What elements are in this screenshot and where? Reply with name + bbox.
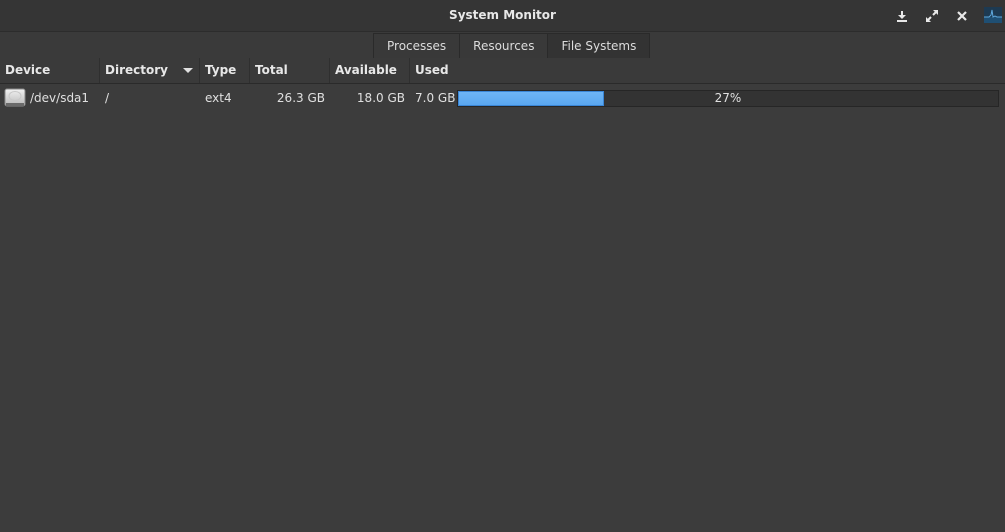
tab-resources[interactable]: Resources — [459, 33, 548, 59]
used-progress-bar: 27% — [457, 90, 999, 107]
window-title: System Monitor — [449, 8, 556, 22]
download-minimize-icon — [897, 11, 907, 22]
close-icon — [957, 11, 967, 21]
column-label: Directory — [105, 63, 168, 77]
column-header-available[interactable]: Available — [330, 58, 410, 83]
column-label: Available — [335, 63, 397, 77]
column-header-directory[interactable]: Directory — [100, 58, 200, 83]
column-label: Device — [5, 63, 51, 77]
title-bar: System Monitor — [0, 0, 1005, 32]
system-monitor-app-icon — [984, 7, 1002, 23]
directory-cell: / — [105, 91, 110, 105]
column-label: Used — [415, 63, 449, 77]
column-label: Total — [255, 63, 288, 77]
maximize-icon — [926, 10, 938, 22]
column-header-type[interactable]: Type — [200, 58, 250, 83]
hard-disk-icon — [4, 88, 26, 107]
column-header-total[interactable]: Total — [250, 58, 330, 83]
used-cell: 7.0 GB — [415, 91, 456, 105]
tab-file-systems[interactable]: File Systems — [547, 33, 651, 59]
total-cell: 26.3 GB — [276, 91, 325, 105]
column-header-device[interactable]: Device — [0, 58, 100, 83]
sort-descending-icon — [183, 68, 193, 73]
maximize-button[interactable] — [924, 8, 940, 24]
tab-processes[interactable]: Processes — [373, 33, 460, 59]
close-button[interactable] — [954, 8, 970, 24]
type-cell: ext4 — [205, 91, 232, 105]
table-header: Device Directory Type Total Available Us… — [0, 58, 1005, 84]
device-cell: /dev/sda1 — [30, 91, 90, 105]
column-header-used[interactable]: Used — [410, 58, 1005, 83]
tab-bar: Processes Resources File Systems — [0, 32, 1005, 59]
available-cell: 18.0 GB — [356, 91, 405, 105]
table-row[interactable]: /dev/sda1 / ext4 26.3 GB 18.0 GB 7.0 GB … — [0, 84, 1005, 112]
column-label: Type — [205, 63, 237, 77]
minimize-button[interactable] — [894, 8, 910, 24]
used-percent-label: 27% — [714, 91, 742, 105]
